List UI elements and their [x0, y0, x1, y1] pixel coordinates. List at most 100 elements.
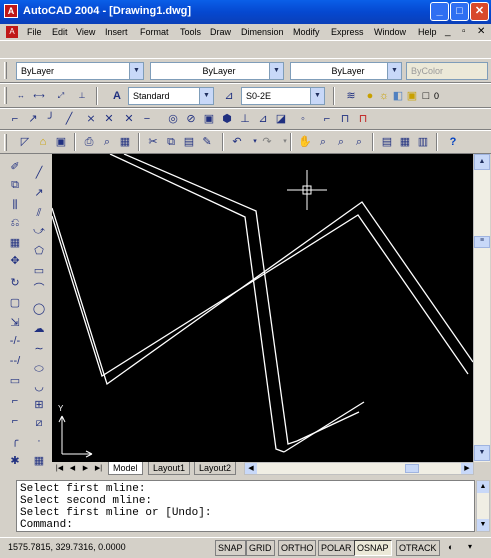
move-icon[interactable]: ✥	[6, 253, 24, 270]
dimension-style-combo[interactable]: S0-2E ▼	[241, 87, 325, 105]
polygon-icon[interactable]: ⬠	[30, 243, 48, 260]
layers-icon[interactable]: ≋	[342, 87, 360, 105]
break-icon[interactable]: ⌐	[6, 393, 24, 410]
scale-icon[interactable]: ⊿	[254, 110, 272, 128]
explode-icon[interactable]: ✱	[6, 453, 24, 470]
chevron-down-icon[interactable]: ▼	[387, 63, 401, 79]
scroll-right-button[interactable]: ▶	[461, 463, 473, 474]
spline-icon[interactable]: ∼	[30, 341, 48, 358]
trim-icon[interactable]: -/-	[6, 333, 24, 350]
chevron-down-icon[interactable]: ▼	[199, 88, 213, 104]
menu-window[interactable]: Window	[374, 27, 406, 37]
extend-icon[interactable]: --/	[6, 353, 24, 370]
menu-insert[interactable]: Insert	[105, 27, 128, 37]
new-file-icon[interactable]: ◸	[16, 133, 34, 151]
insert-block-icon[interactable]: ⊞	[30, 397, 48, 414]
stretch-icon[interactable]: ⇲	[6, 315, 24, 332]
scroll-up-button[interactable]: ▲	[474, 154, 490, 170]
copy-clipboard-icon[interactable]: ⧉	[162, 133, 180, 151]
horizontal-scroll-thumb[interactable]	[405, 464, 419, 473]
minimize-button[interactable]: _	[430, 2, 449, 21]
zoom-realtime-icon[interactable]: ⌕	[314, 133, 332, 151]
array-icon[interactable]: ▣	[200, 110, 218, 128]
dimension-aligned-icon[interactable]: ⤢	[52, 87, 70, 105]
horizontal-scrollbar[interactable]: ◀ ▶	[244, 462, 474, 475]
layer-color-icon[interactable]: □	[417, 87, 435, 105]
open-folder-icon[interactable]: ⌂	[34, 133, 52, 151]
circle-icon[interactable]: ◯	[30, 301, 48, 318]
otrack-toggle[interactable]: OTRACK	[396, 540, 440, 556]
ortho-toggle[interactable]: ORTHO	[278, 540, 317, 556]
spline-edit-icon[interactable]: ↗	[24, 110, 42, 128]
copy-icon[interactable]: ⊘	[182, 110, 200, 128]
text-style-icon[interactable]: A	[108, 87, 126, 105]
point-icon[interactable]: ·	[30, 433, 48, 450]
command-window[interactable]: Select first mline: Select second mline:…	[16, 480, 475, 532]
polar-toggle[interactable]: POLAR	[318, 540, 355, 556]
multiline-icon[interactable]: ⫽	[30, 205, 48, 222]
rotate-icon[interactable]: ↻	[6, 275, 24, 292]
array-icon[interactable]: ▦	[6, 235, 24, 252]
status-menu-arrow-icon[interactable]: ▾	[468, 542, 472, 551]
maximize-button[interactable]: □	[450, 2, 469, 21]
chevron-down-icon[interactable]: ▼	[129, 63, 143, 79]
tab-layout1[interactable]: Layout1	[148, 462, 191, 475]
scroll-thumb[interactable]: ≡	[474, 236, 490, 248]
linetype-combo[interactable]: ByLayer ▼	[290, 62, 402, 80]
save-icon[interactable]: ▣	[52, 133, 70, 151]
toolbar-grip[interactable]	[4, 134, 7, 151]
grid-toggle[interactable]: GRID	[246, 540, 275, 556]
autocad-app-icon[interactable]: A	[4, 4, 18, 18]
communication-center-icon[interactable]: ◐	[448, 542, 453, 552]
rectangle-icon[interactable]: ▭	[30, 263, 48, 280]
tab-next-button[interactable]: ▶	[80, 463, 91, 474]
line-icon[interactable]: ╱	[60, 110, 78, 128]
make-block-icon[interactable]: ⧄	[30, 415, 48, 432]
construction-line-icon[interactable]: ↗	[30, 185, 48, 202]
explode-icon[interactable]: ⊥	[236, 110, 254, 128]
point-icon[interactable]: ◦	[294, 110, 312, 128]
toolbar-grip[interactable]	[4, 62, 7, 79]
region-icon[interactable]: ⬢	[218, 110, 236, 128]
mirror-icon[interactable]: ⫼	[6, 197, 24, 214]
menu-file[interactable]: File	[27, 27, 42, 37]
stretch-icon[interactable]: ⌐	[318, 110, 336, 128]
scroll-left-button[interactable]: ◀	[245, 463, 257, 474]
menu-modify[interactable]: Modify	[293, 27, 320, 37]
doc-close-button[interactable]: ✕	[477, 26, 485, 37]
zoom-window-icon[interactable]: ⌕	[332, 133, 350, 151]
zoom-previous-icon[interactable]: ⌕	[350, 133, 368, 151]
close-button[interactable]: ✕	[470, 2, 489, 21]
quick-dimension-icon[interactable]: ↔	[12, 87, 30, 105]
ellipse-icon[interactable]: ⬭	[30, 361, 48, 378]
pan-realtime-icon[interactable]: ✋	[296, 133, 314, 151]
scroll-up-button[interactable]: ▲	[477, 481, 489, 493]
tool-palettes-icon[interactable]: ▥	[414, 133, 432, 151]
scroll-down-button[interactable]: ▼	[477, 519, 489, 531]
rotate-icon[interactable]: ◎	[164, 110, 182, 128]
revision-cloud-icon[interactable]: ☁	[30, 321, 48, 338]
tab-model[interactable]: Model	[108, 462, 143, 475]
tab-last-button[interactable]: ▶|	[93, 463, 104, 474]
print-preview-icon[interactable]: ⌕	[98, 133, 116, 151]
doc-restore-button[interactable]: ▫	[462, 26, 466, 37]
menu-help[interactable]: Help	[418, 27, 437, 37]
coordinate-readout[interactable]: 1575.7815, 329.7316, 0.0000	[8, 542, 126, 552]
tab-layout2[interactable]: Layout2	[194, 462, 237, 475]
help-icon[interactable]: ?	[444, 133, 462, 151]
chevron-down-icon[interactable]: ▼	[269, 63, 283, 79]
redo-icon[interactable]: ↷	[258, 133, 276, 151]
break-icon[interactable]: −	[138, 110, 156, 128]
command-prompt[interactable]: Command:	[20, 519, 73, 531]
menu-draw[interactable]: Draw	[210, 27, 231, 37]
dimension-style-icon[interactable]: ⊿	[220, 87, 238, 105]
scroll-down-button[interactable]: ▼	[474, 445, 490, 461]
menu-view[interactable]: View	[76, 27, 95, 37]
polyline-icon[interactable]: ╯	[42, 110, 60, 128]
hatch-icon[interactable]: ▦	[30, 453, 48, 470]
paste-icon[interactable]: ▤	[180, 133, 198, 151]
undo-icon[interactable]: ↶	[228, 133, 246, 151]
tab-first-button[interactable]: |◀	[54, 463, 65, 474]
extend-icon[interactable]: ✕	[120, 110, 138, 128]
document-icon[interactable]: A	[6, 26, 18, 38]
